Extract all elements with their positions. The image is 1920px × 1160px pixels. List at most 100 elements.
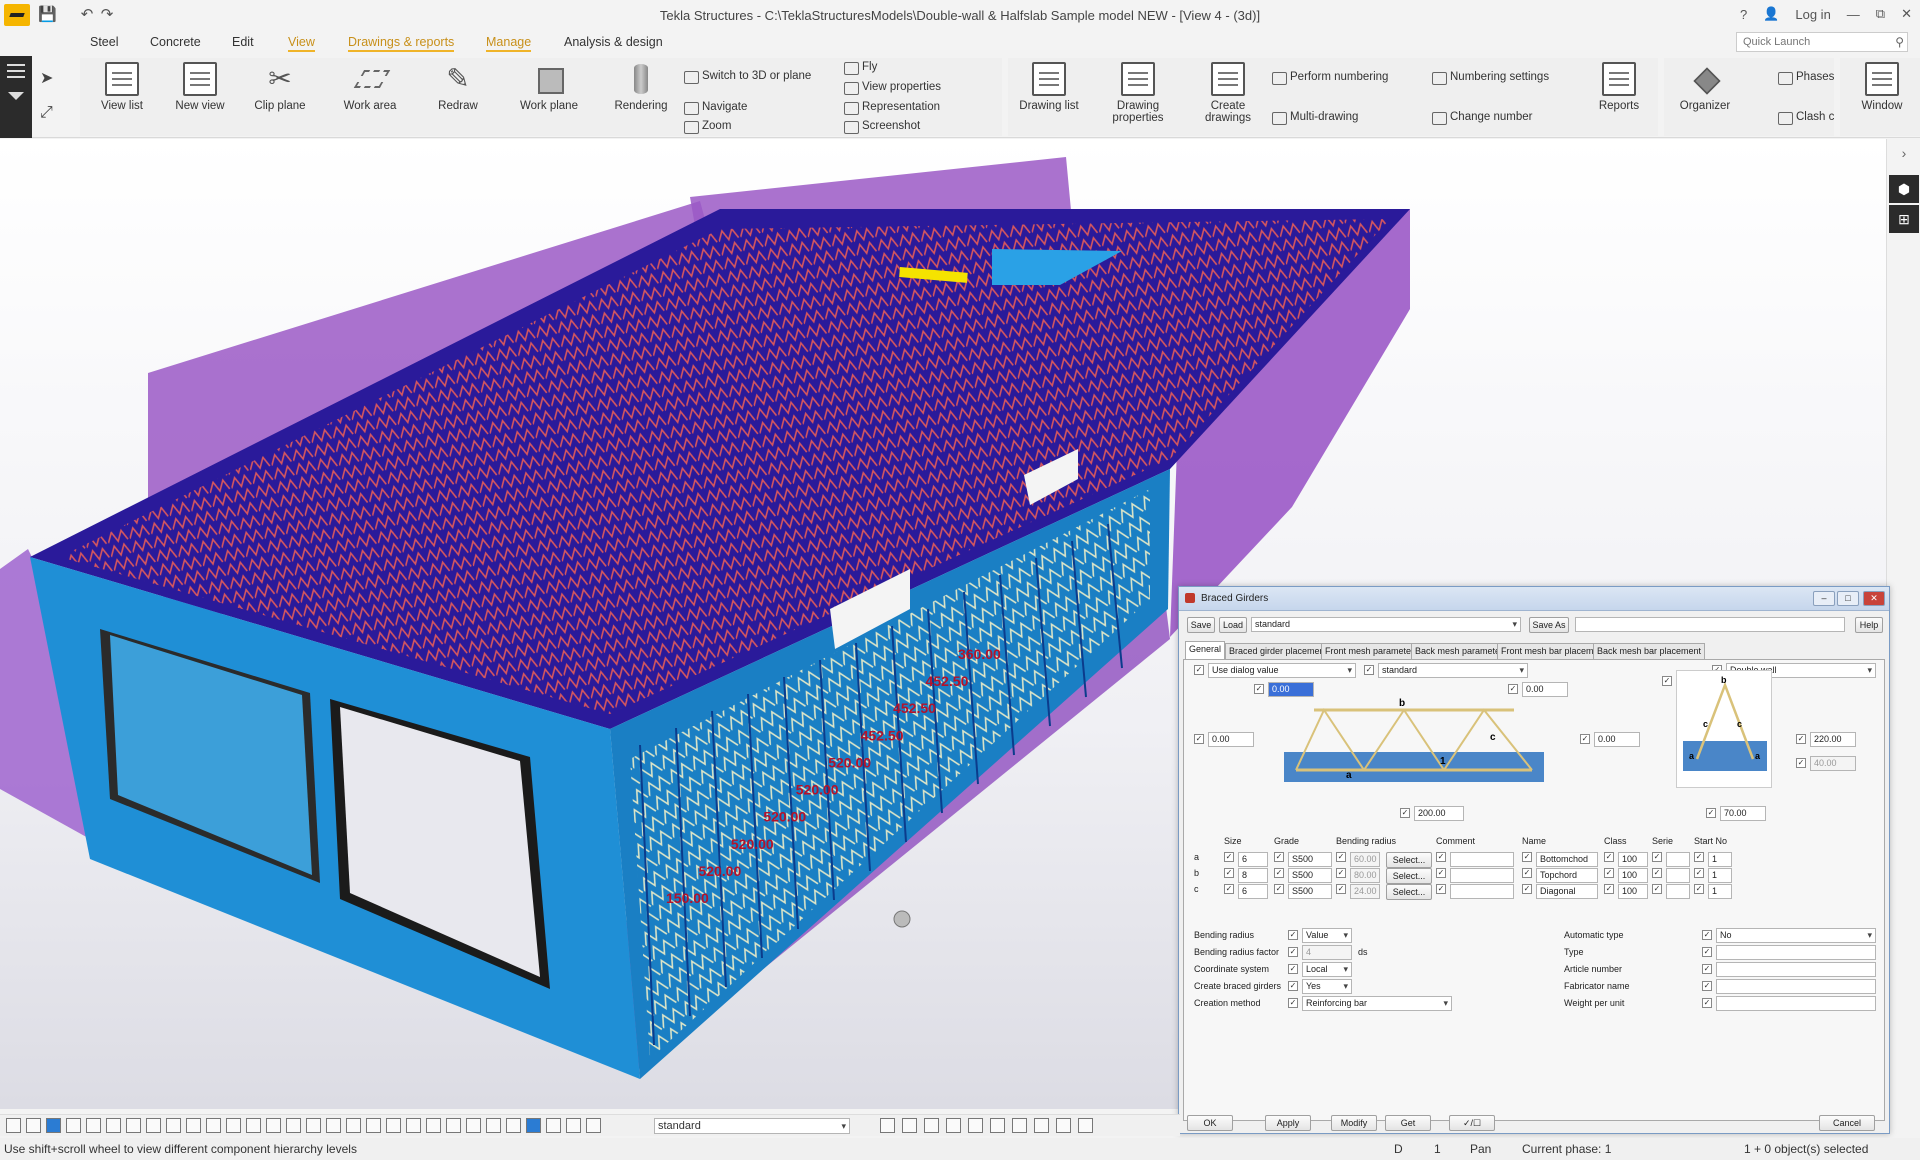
snap-tool-icon[interactable] <box>46 1118 61 1133</box>
snap-tool-icon[interactable] <box>366 1118 381 1133</box>
restore-button[interactable]: ⧉ <box>1876 6 1885 22</box>
snap-tool-icon[interactable] <box>86 1118 101 1133</box>
use-dialog-value-select[interactable]: Use dialog value <box>1208 663 1356 678</box>
serie-checkbox[interactable]: ✓ <box>1652 884 1662 894</box>
menu-steel[interactable]: Steel <box>90 35 119 49</box>
comment-input[interactable] <box>1450 884 1514 899</box>
grade-checkbox[interactable]: ✓ <box>1274 852 1284 862</box>
toggle-selection-button[interactable]: ✓/☐ <box>1449 1115 1495 1131</box>
snap-tool-icon[interactable] <box>6 1118 21 1133</box>
save-as-name-input[interactable] <box>1575 617 1845 632</box>
snap-tool-icon[interactable] <box>1056 1118 1071 1133</box>
snap-tool-icon[interactable] <box>902 1118 917 1133</box>
drawing-properties-button[interactable]: Drawing properties <box>1106 62 1170 124</box>
radius-input[interactable]: 80.00 <box>1350 868 1380 883</box>
grade-input[interactable]: S500 <box>1288 868 1332 883</box>
search-icon[interactable]: ⚲ <box>1895 35 1904 49</box>
name-checkbox[interactable]: ✓ <box>1522 852 1532 862</box>
dialog-save-button[interactable]: Save <box>1187 617 1215 633</box>
offset-top2-input[interactable]: 0.00 <box>1522 682 1568 697</box>
snap-tool-icon[interactable] <box>146 1118 161 1133</box>
property-input[interactable] <box>1716 979 1876 994</box>
rendering-button[interactable]: Rendering <box>606 62 676 112</box>
radius-checkbox[interactable]: ✓ <box>1336 868 1346 878</box>
serie-input[interactable] <box>1666 852 1690 867</box>
snap-tool-icon[interactable] <box>466 1118 481 1133</box>
class-input[interactable]: 100 <box>1618 852 1648 867</box>
navigate-button[interactable]: Navigate <box>682 101 747 115</box>
clip-plane-button[interactable]: Clip plane <box>250 62 310 112</box>
snap-tool-icon[interactable] <box>566 1118 581 1133</box>
snap-tool-icon[interactable] <box>246 1118 261 1133</box>
comment-checkbox[interactable]: ✓ <box>1436 868 1446 878</box>
snap-tool-icon[interactable] <box>586 1118 601 1133</box>
name-input[interactable]: Bottomchod <box>1536 852 1598 867</box>
create-drawings-button[interactable]: Create drawings <box>1196 62 1260 124</box>
screenshot-button[interactable]: Screenshot <box>842 120 920 134</box>
work-plane-button[interactable]: Work plane <box>514 62 584 112</box>
grade-input[interactable]: S500 <box>1288 884 1332 899</box>
select-radius-button[interactable]: Select... <box>1386 852 1432 868</box>
snap-tool-icon[interactable] <box>226 1118 241 1133</box>
new-view-button[interactable]: New view <box>170 62 230 112</box>
start-no-input[interactable]: 1 <box>1708 868 1732 883</box>
property-input[interactable] <box>1716 996 1876 1011</box>
height-input[interactable]: 220.00 <box>1810 732 1856 747</box>
start-no-checkbox[interactable]: ✓ <box>1694 852 1704 862</box>
property-input[interactable] <box>1716 945 1876 960</box>
offset-left-checkbox[interactable]: ✓ <box>1194 734 1204 744</box>
phases-button[interactable]: Phases <box>1776 71 1834 85</box>
chevron-right-icon[interactable]: › <box>1889 139 1919 167</box>
radius-checkbox[interactable]: ✓ <box>1336 852 1346 862</box>
snap-tool-icon[interactable] <box>326 1118 341 1133</box>
dialog-help-button[interactable]: Help <box>1855 617 1883 633</box>
dialog-load-button[interactable]: Load <box>1219 617 1247 633</box>
spacing-input[interactable]: 200.00 <box>1414 806 1464 821</box>
serie-input[interactable] <box>1666 868 1690 883</box>
snap-tool-icon[interactable] <box>206 1118 221 1133</box>
size-checkbox[interactable]: ✓ <box>1224 868 1234 878</box>
snap-tool-icon[interactable] <box>1034 1118 1049 1133</box>
change-number-button[interactable]: Change number <box>1430 111 1532 125</box>
select-special-icon[interactable]: ⤢ <box>40 104 53 122</box>
window-button[interactable]: Window <box>1852 62 1912 112</box>
apply-button[interactable]: Apply <box>1265 1115 1311 1131</box>
numbering-settings-button[interactable]: Numbering settings <box>1430 71 1549 85</box>
property-select[interactable]: No <box>1716 928 1876 943</box>
switch-3d-plane-button[interactable]: Switch to 3D or plane <box>682 70 811 84</box>
offset-left-input[interactable]: 0.00 <box>1208 732 1254 747</box>
property-checkbox[interactable]: ✓ <box>1288 981 1298 991</box>
selection-filter-select[interactable]: standard <box>654 1118 850 1134</box>
help-button[interactable]: ? <box>1740 7 1747 22</box>
snap-tool-icon[interactable] <box>526 1118 541 1133</box>
dialog-minimize-button[interactable]: – <box>1813 591 1835 606</box>
select-radius-button[interactable]: Select... <box>1386 868 1432 884</box>
rotation-center-icon[interactable] <box>893 910 911 928</box>
spacing-checkbox[interactable]: ✓ <box>1400 808 1410 818</box>
snap-tool-icon[interactable] <box>186 1118 201 1133</box>
start-no-checkbox[interactable]: ✓ <box>1694 868 1704 878</box>
property-checkbox[interactable]: ✓ <box>1288 964 1298 974</box>
width-input[interactable]: 40.00 <box>1810 756 1856 771</box>
use-dialog-value-checkbox[interactable]: ✓ <box>1194 665 1204 675</box>
comment-input[interactable] <box>1450 868 1514 883</box>
menu-manage[interactable]: Manage <box>486 35 532 52</box>
class-checkbox[interactable]: ✓ <box>1604 884 1614 894</box>
name-checkbox[interactable]: ✓ <box>1522 884 1532 894</box>
multi-drawing-button[interactable]: Multi-drawing <box>1270 111 1358 125</box>
close-button[interactable]: ✕ <box>1901 6 1912 22</box>
cancel-button[interactable]: Cancel <box>1819 1115 1875 1131</box>
snap-tool-icon[interactable] <box>346 1118 361 1133</box>
snap-tool-icon[interactable] <box>506 1118 521 1133</box>
serie-checkbox[interactable]: ✓ <box>1652 868 1662 878</box>
user-icon[interactable]: 👤 <box>1763 6 1779 22</box>
property-checkbox[interactable]: ✓ <box>1288 930 1298 940</box>
clash-check-button[interactable]: Clash c <box>1776 111 1834 125</box>
offset-top2-checkbox[interactable]: ✓ <box>1508 684 1518 694</box>
select-radius-button[interactable]: Select... <box>1386 884 1432 900</box>
select-arrow-icon[interactable]: ➤ <box>40 68 53 88</box>
class-input[interactable]: 100 <box>1618 868 1648 883</box>
snap-tool-icon[interactable] <box>26 1118 41 1133</box>
offset-right-input[interactable]: 0.00 <box>1594 732 1640 747</box>
snap-tool-icon[interactable] <box>446 1118 461 1133</box>
